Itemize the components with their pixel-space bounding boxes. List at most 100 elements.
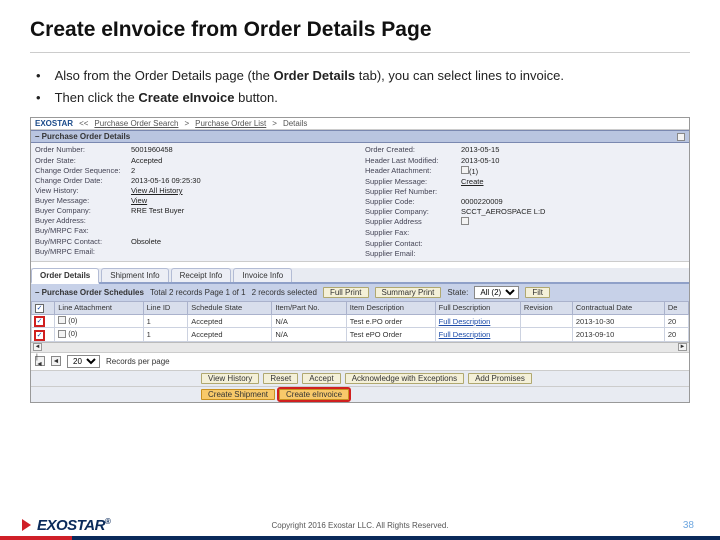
column-header[interactable]: Item Description — [346, 301, 435, 314]
attachment-icon[interactable] — [461, 166, 469, 174]
cell: 1 — [143, 314, 188, 328]
breadcrumb-back[interactable]: << — [79, 119, 88, 128]
cell: N/A — [272, 314, 346, 328]
attachment-icon[interactable] — [461, 217, 469, 225]
reset-button[interactable]: Reset — [263, 373, 298, 384]
detail-label: Header Last Modified: — [365, 156, 457, 166]
detail-value[interactable]: Create — [461, 177, 484, 187]
cell: 2013-09-10 — [572, 328, 664, 342]
detail-label: Supplier Code: — [365, 197, 457, 207]
detail-row: Supplier Ref Number: — [365, 187, 685, 197]
view-history-button[interactable]: View History — [201, 373, 259, 384]
bullet-item: • Then click the Create eInvoice button. — [36, 89, 690, 107]
page-size-select[interactable]: 20 — [67, 355, 100, 368]
select-all-checkbox[interactable]: ✓ — [35, 304, 44, 313]
detail-label: View History: — [35, 186, 127, 196]
bullet-dot: • — [36, 89, 41, 107]
scroll-left-icon[interactable]: ◄ — [33, 343, 42, 351]
detail-label: Supplier Email: — [365, 249, 457, 259]
column-header[interactable]: De — [664, 301, 688, 314]
detail-label: Header Attachment: — [365, 166, 457, 177]
detail-row: Order Created:2013-05-15 — [365, 145, 685, 155]
page-number: 38 — [683, 520, 694, 531]
column-header[interactable]: Item/Part No. — [272, 301, 346, 314]
detail-value: SCCT_AEROSPACE L:D — [461, 207, 545, 217]
full-description-link[interactable]: Full Description — [435, 314, 520, 328]
scroll-right-icon[interactable]: ► — [678, 343, 687, 351]
column-header[interactable]: Contractual Date — [572, 301, 664, 314]
cell: 20 — [664, 328, 688, 342]
breadcrumb-link[interactable]: Purchase Order List — [195, 119, 266, 128]
state-label: State: — [447, 288, 468, 297]
cell: Accepted — [188, 328, 272, 342]
detail-row: Change Order Sequence:2 — [35, 166, 355, 176]
breadcrumb-link[interactable]: Purchase Order Search — [94, 119, 178, 128]
schedules-title: – Purchase Order Schedules — [35, 288, 144, 297]
create-shipment-button[interactable]: Create Shipment — [201, 389, 275, 400]
detail-row: Header Attachment: (1) — [365, 166, 685, 177]
breadcrumb: EXOSTAR << Purchase Order Search > Purch… — [31, 118, 689, 130]
detail-label: Buyer Address: — [35, 216, 127, 226]
row-checkbox[interactable]: ✓ — [35, 317, 44, 326]
horizontal-scrollbar[interactable]: ◄ ► — [31, 342, 689, 352]
ack-exceptions-button[interactable]: Acknowledge with Exceptions — [345, 373, 464, 384]
detail-row: Buyer Address: — [35, 216, 355, 226]
attachment-icon[interactable] — [58, 316, 66, 324]
detail-label: Buy/MRPC Contact: — [35, 237, 127, 247]
action-row-1: View History Reset Accept Acknowledge wi… — [31, 370, 689, 386]
accept-button[interactable]: Accept — [302, 373, 340, 384]
column-header[interactable]: Line Attachment — [55, 301, 143, 314]
detail-row: Header Last Modified: 2013-05-10 — [365, 156, 685, 166]
full-print-button[interactable]: Full Print — [323, 287, 369, 298]
tab-receipt-info[interactable]: Receipt Info — [171, 268, 232, 282]
full-description-link[interactable]: Full Description — [435, 328, 520, 342]
bullet-list: • Also from the Order Details page (the … — [36, 67, 690, 107]
cell: Accepted — [188, 314, 272, 328]
create-einvoice-button[interactable]: Create eInvoice — [279, 389, 349, 400]
attachment-icon[interactable] — [58, 330, 66, 338]
detail-value: Obsolete — [131, 237, 161, 247]
detail-value[interactable]: View — [131, 196, 147, 206]
add-promises-button[interactable]: Add Promises — [468, 373, 532, 384]
detail-value — [461, 217, 469, 228]
tab-invoice-info[interactable]: Invoice Info — [233, 268, 292, 282]
pager: |◄ ◄ 20 Records per page — [31, 352, 689, 370]
logo-triangle-icon — [22, 519, 31, 531]
cell: Test ePO Order — [346, 328, 435, 342]
pager-prev-icon[interactable]: ◄ — [51, 356, 61, 366]
detail-row: Buy/MRPC Email: — [35, 247, 355, 257]
record-total: Total 2 records Page 1 of 1 — [150, 288, 246, 297]
summary-print-button[interactable]: Summary Print — [375, 287, 442, 298]
bullet-item: • Also from the Order Details page (the … — [36, 67, 690, 85]
row-checkbox[interactable]: ✓ — [35, 331, 44, 340]
action-row-2: Create Shipment Create eInvoice — [31, 386, 689, 402]
detail-row: Supplier Company: SCCT_AEROSPACE L:D — [365, 207, 685, 217]
state-select[interactable]: All (2) — [474, 286, 519, 299]
detail-value: (1) — [461, 166, 478, 177]
detail-row: Supplier Message:Create — [365, 177, 685, 187]
app-logo-text: EXOSTAR — [35, 119, 73, 128]
filter-button[interactable]: Filt — [525, 287, 550, 298]
detail-value[interactable]: View All History — [131, 186, 183, 196]
detail-label: Supplier Company: — [365, 207, 457, 217]
detail-value: 2013-05-10 — [461, 156, 499, 166]
column-header[interactable]: Schedule State — [188, 301, 272, 314]
footer-color-bar — [0, 536, 720, 540]
cell: 20 — [664, 314, 688, 328]
tab-order-details[interactable]: Order Details — [31, 268, 99, 284]
column-header[interactable]: Revision — [520, 301, 572, 314]
pager-first-icon[interactable]: |◄ — [35, 356, 45, 366]
detail-row: Supplier Fax: — [365, 228, 685, 238]
tab-shipment-info[interactable]: Shipment Info — [101, 268, 168, 282]
cell — [520, 314, 572, 328]
cell: Test e.PO order — [346, 314, 435, 328]
column-header[interactable]: ✓ — [32, 301, 55, 314]
copyright-text: Copyright 2016 Exostar LLC. All Rights R… — [272, 521, 449, 530]
detail-row: Order State:Accepted — [35, 156, 355, 166]
column-header[interactable]: Line ID — [143, 301, 188, 314]
breadcrumb-sep: > — [272, 119, 277, 128]
print-icon[interactable] — [677, 133, 685, 141]
schedules-table: ✓Line AttachmentLine IDSchedule StateIte… — [31, 301, 689, 342]
column-header[interactable]: Full Description — [435, 301, 520, 314]
detail-label: Buyer Message: — [35, 196, 127, 206]
